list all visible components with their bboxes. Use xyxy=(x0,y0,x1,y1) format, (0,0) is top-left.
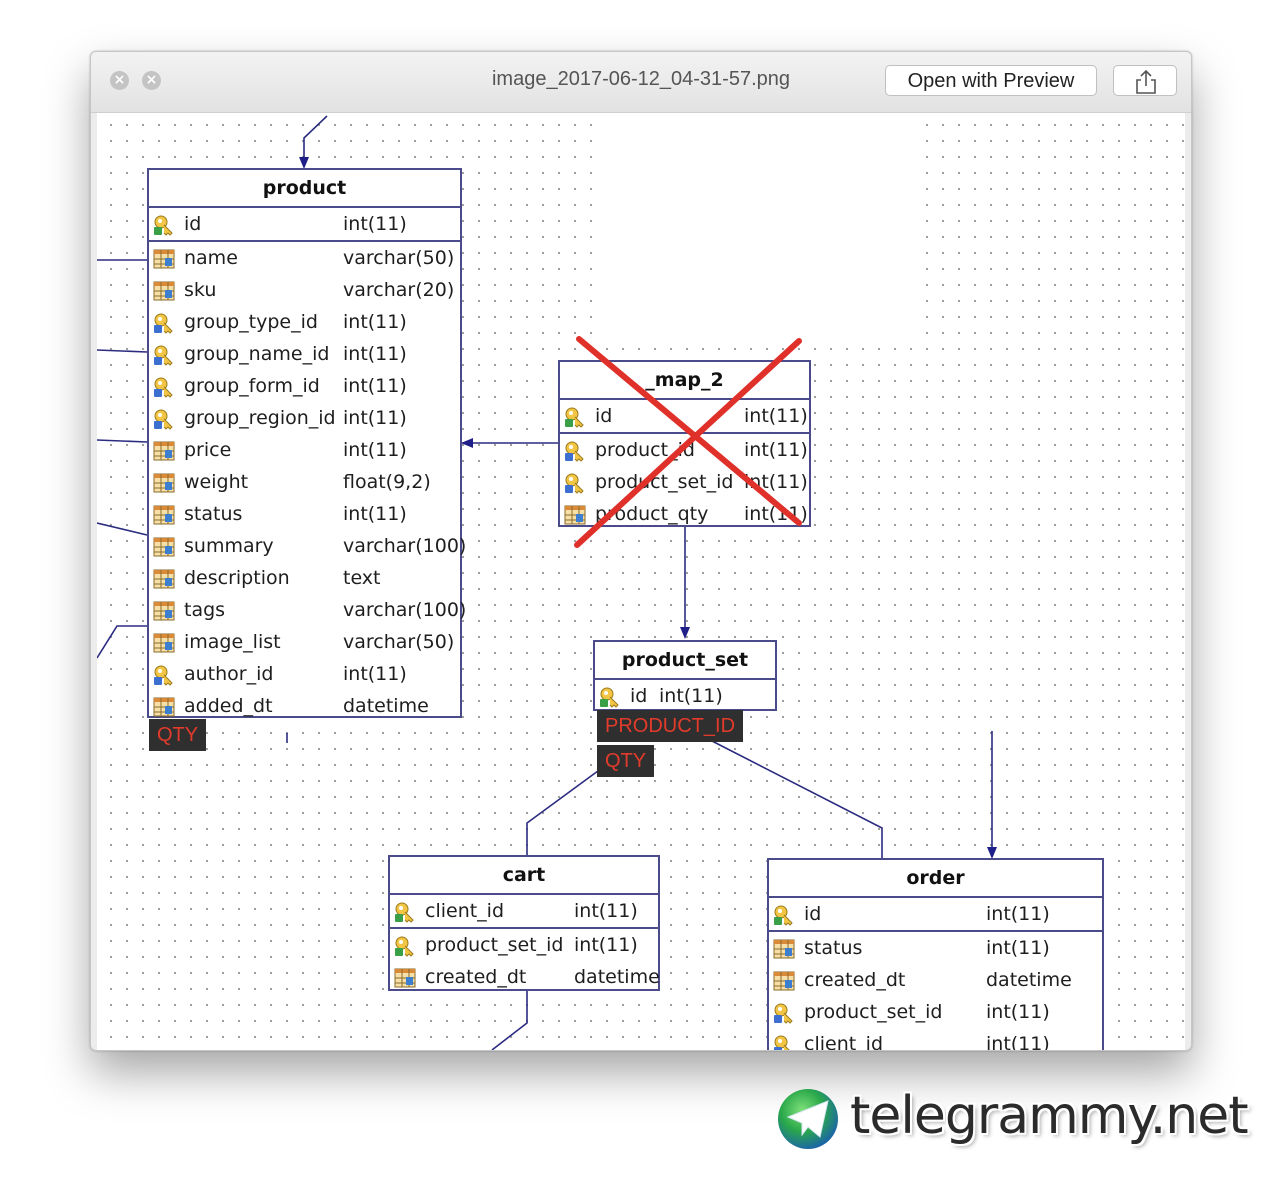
diagram-canvas: product id int(11) name varchar(50) sku varch… xyxy=(97,113,1185,1050)
table-product-set[interactable]: product_set id int(11) xyxy=(593,640,777,711)
field-name: client_id xyxy=(804,1033,884,1050)
field-type: datetime xyxy=(986,969,1072,991)
title-bar: × × image_2017-06-12_04-31-57.png Open w… xyxy=(91,52,1191,113)
table-title: product_set xyxy=(595,642,775,680)
table-row[interactable]: product_set_id int(11) xyxy=(390,929,658,961)
field-name: created_dt xyxy=(804,969,906,991)
table-row[interactable]: client_id int(11) xyxy=(390,895,658,929)
field-type: datetime xyxy=(574,966,660,988)
field-name: product_set_id xyxy=(804,1001,943,1023)
field-name: status xyxy=(804,937,863,959)
field-type: int(11) xyxy=(574,934,638,956)
field-type: int(11) xyxy=(986,1001,1050,1023)
table-row[interactable]: client_id int(11) xyxy=(769,1028,1102,1050)
share-icon xyxy=(1136,69,1156,94)
field-type: int(11) xyxy=(574,900,638,922)
table-order[interactable]: order id int(11) status int(11) created_dt da… xyxy=(767,858,1104,1050)
primary-key-icon xyxy=(394,901,416,923)
table-row[interactable]: created_dt datetime xyxy=(390,961,660,993)
column-icon xyxy=(773,970,795,992)
table-cart[interactable]: cart client_id int(11) product_set_id int(1… xyxy=(388,855,660,991)
primary-key-icon xyxy=(773,904,795,926)
foreign-key-icon xyxy=(773,1034,795,1050)
open-with-preview-button[interactable]: Open with Preview xyxy=(885,65,1097,96)
share-button[interactable] xyxy=(1113,65,1177,96)
foreign-key-icon xyxy=(773,1002,795,1024)
column-icon xyxy=(773,938,795,960)
field-type: int(11) xyxy=(986,903,1050,925)
table-row[interactable]: product_set_id int(11) xyxy=(769,996,1102,1028)
preview-window: × × image_2017-06-12_04-31-57.png Open w… xyxy=(90,51,1192,1051)
table-row[interactable]: id int(11) xyxy=(769,898,1102,932)
table-title: cart xyxy=(390,857,658,895)
field-name: client_id xyxy=(425,900,505,922)
field-name: id xyxy=(804,903,822,925)
table-title: order xyxy=(769,860,1102,898)
product-id-annotation: PRODUCT_ID xyxy=(597,710,744,742)
field-type: int(11) xyxy=(659,685,723,707)
watermark-text: telegrammy.net xyxy=(850,1086,1249,1146)
field-name: product_set_id xyxy=(425,934,564,956)
primary-key-icon xyxy=(599,686,621,708)
table-row[interactable]: created_dt datetime xyxy=(769,964,1102,996)
primary-key-icon xyxy=(394,935,416,957)
table-row[interactable]: id int(11) xyxy=(595,680,775,712)
qty-annotation: QTY xyxy=(597,745,655,777)
telegram-globe-icon xyxy=(778,1089,838,1149)
column-icon xyxy=(394,967,416,989)
field-name: created_dt xyxy=(425,966,527,988)
field-name: id xyxy=(630,685,648,707)
field-type: int(11) xyxy=(986,1033,1050,1050)
field-type: int(11) xyxy=(986,937,1050,959)
table-row[interactable]: status int(11) xyxy=(769,932,1102,964)
watermark: telegrammy.net xyxy=(776,1084,1276,1154)
